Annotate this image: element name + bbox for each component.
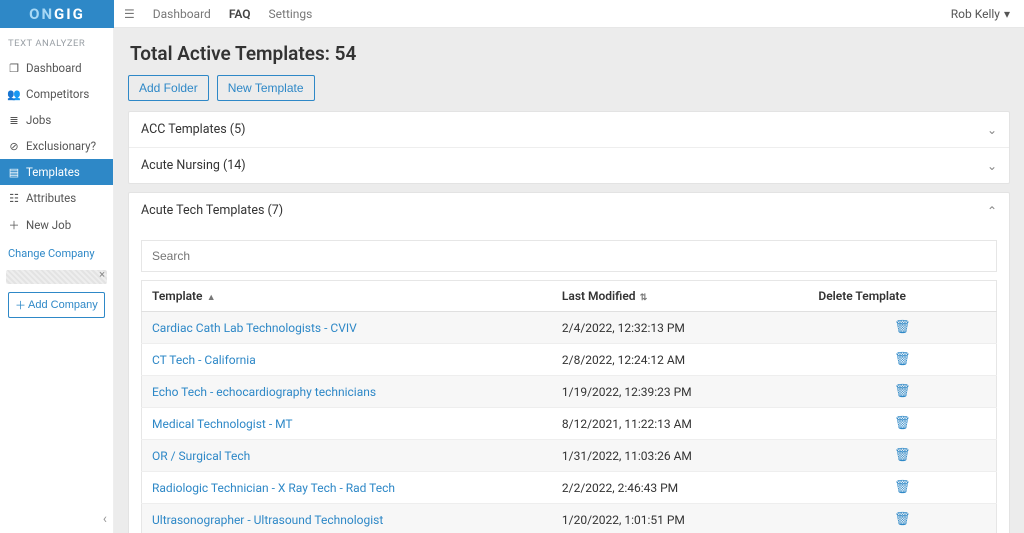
- table-row: OR / Surgical Tech 1/31/2022, 11:03:26 AM…: [142, 440, 997, 472]
- table-row: CT Tech - California 2/8/2022, 12:24:12 A…: [142, 344, 997, 376]
- group-label: Acute Tech Templates (7): [141, 203, 283, 218]
- main-content: Total Active Templates: 54 Add Folder Ne…: [114, 28, 1024, 533]
- table-row: Radiologic Technician - X Ray Tech - Rad…: [142, 472, 997, 504]
- last-modified-value: 1/31/2022, 11:03:26 AM: [562, 449, 692, 463]
- trash-icon[interactable]: 🗑: [894, 480, 911, 495]
- user-name: Rob Kelly: [951, 7, 1000, 21]
- table-row: Ultrasonographer - Ultrasound Technologi…: [142, 504, 997, 533]
- top-nav: ☰ Dashboard FAQ Settings: [114, 7, 951, 21]
- company-chip[interactable]: [6, 270, 107, 284]
- group-header-open[interactable]: Acute Tech Templates (7) ⌃: [129, 193, 1009, 228]
- last-modified-value: 8/12/2021, 11:22:13 AM: [562, 417, 692, 431]
- new-template-button[interactable]: New Template: [217, 75, 315, 101]
- table-row: Echo Tech - echocardiography technicians…: [142, 376, 997, 408]
- template-link[interactable]: Ultrasonographer - Ultrasound Technologi…: [152, 513, 383, 527]
- caret-down-icon: ▾: [1004, 7, 1010, 21]
- table-row: Cardiac Cath Lab Technologists - CVIV 2/4…: [142, 312, 997, 344]
- user-menu[interactable]: Rob Kelly ▾: [951, 7, 1024, 21]
- jobs-icon: ≣: [8, 114, 20, 127]
- sidebar-item-label: New Job: [26, 218, 71, 232]
- sidebar-item-competitors[interactable]: 👥 Competitors: [0, 81, 113, 107]
- nav-faq[interactable]: FAQ: [229, 7, 251, 21]
- sidebar-item-attributes[interactable]: ☷ Attributes: [0, 185, 113, 211]
- page-title: Total Active Templates: 54: [130, 42, 1010, 65]
- brand-part2: GIG: [54, 5, 85, 23]
- sidebar-item-new-job[interactable]: ＋ New Job: [0, 211, 113, 239]
- brand-part1: ON: [29, 5, 54, 23]
- templates-table: Template ▲ Last Modified ⇅ Delete Templa…: [141, 280, 997, 533]
- search-box: [141, 240, 997, 272]
- plus-icon: ＋: [8, 217, 20, 233]
- sidebar-collapse-icon[interactable]: ‹: [103, 511, 107, 527]
- sidebar-item-label: Templates: [26, 165, 80, 179]
- add-folder-button[interactable]: Add Folder: [128, 75, 209, 101]
- nav-dashboard[interactable]: Dashboard: [153, 7, 211, 21]
- group-label: ACC Templates (5): [141, 122, 245, 137]
- sidebar-item-templates[interactable]: ▤ Templates: [0, 159, 113, 185]
- dashboard-icon: ❐: [8, 62, 20, 75]
- template-link[interactable]: Medical Technologist - MT: [152, 417, 293, 431]
- template-link[interactable]: Radiologic Technician - X Ray Tech - Rad…: [152, 481, 395, 495]
- add-company-button[interactable]: ＋Add Company: [8, 292, 105, 318]
- last-modified-value: 2/2/2022, 2:46:43 PM: [562, 481, 678, 495]
- group-header[interactable]: Acute Nursing (14) ⌄: [129, 147, 1009, 183]
- chevron-up-icon: ⌃: [987, 204, 997, 218]
- sidebar-item-label: Attributes: [26, 191, 76, 205]
- last-modified-value: 1/19/2022, 12:39:23 PM: [562, 385, 692, 399]
- sidebar-item-label: Dashboard: [26, 61, 82, 75]
- template-link[interactable]: CT Tech - California: [152, 353, 256, 367]
- attributes-icon: ☷: [8, 192, 20, 205]
- col-last-modified[interactable]: Last Modified ⇅: [552, 281, 809, 312]
- sidebar-item-label: Jobs: [26, 113, 51, 127]
- sidebar-item-label: Competitors: [26, 87, 89, 101]
- trash-icon[interactable]: 🗑: [894, 320, 911, 335]
- sidebar-item-jobs[interactable]: ≣ Jobs: [0, 107, 113, 133]
- nav-settings[interactable]: Settings: [269, 7, 313, 21]
- group-label: Acute Nursing (14): [141, 158, 246, 173]
- exclusionary-icon: ⊘: [8, 140, 20, 153]
- sidebar-item-label: Exclusionary?: [26, 139, 96, 153]
- chevron-down-icon: ⌄: [987, 159, 997, 173]
- sort-icon: ⇅: [638, 293, 648, 303]
- trash-icon[interactable]: 🗑: [894, 352, 911, 367]
- sidebar-section-title: TEXT ANALYZER: [0, 28, 113, 55]
- last-modified-value: 1/20/2022, 1:01:51 PM: [562, 513, 685, 527]
- chevron-down-icon: ⌄: [987, 123, 997, 137]
- col-delete: Delete Template: [808, 281, 996, 312]
- template-link[interactable]: Echo Tech - echocardiography technicians: [152, 385, 376, 399]
- group-panel-top: ACC Templates (5) ⌄ Acute Nursing (14) ⌄: [128, 111, 1010, 184]
- hamburger-icon[interactable]: ☰: [124, 7, 135, 21]
- trash-icon[interactable]: 🗑: [894, 416, 911, 431]
- trash-icon[interactable]: 🗑: [894, 512, 911, 527]
- trash-icon[interactable]: 🗑: [894, 384, 911, 399]
- brand-logo: ONGIG: [0, 0, 114, 28]
- group-header[interactable]: ACC Templates (5) ⌄: [129, 112, 1009, 147]
- search-input[interactable]: [142, 241, 996, 271]
- sidebar-item-dashboard[interactable]: ❐ Dashboard: [0, 55, 113, 81]
- last-modified-value: 2/4/2022, 12:32:13 PM: [562, 321, 685, 335]
- table-row: Medical Technologist - MT 8/12/2021, 11:2…: [142, 408, 997, 440]
- last-modified-value: 2/8/2022, 12:24:12 AM: [562, 353, 685, 367]
- template-link[interactable]: OR / Surgical Tech: [152, 449, 250, 463]
- change-company-link[interactable]: Change Company: [0, 239, 113, 268]
- competitors-icon: 👥: [8, 88, 20, 101]
- action-row: Add Folder New Template: [128, 75, 1010, 101]
- templates-icon: ▤: [8, 166, 20, 179]
- trash-icon[interactable]: 🗑: [894, 448, 911, 463]
- group-panel-open: Acute Tech Templates (7) ⌃ Template ▲ La…: [128, 192, 1010, 533]
- sidebar-item-exclusionary[interactable]: ⊘ Exclusionary?: [0, 133, 113, 159]
- add-company-label: Add Company: [28, 299, 98, 311]
- sidebar: TEXT ANALYZER ❐ Dashboard 👥 Competitors …: [0, 28, 114, 533]
- template-link[interactable]: Cardiac Cath Lab Technologists - CVIV: [152, 321, 357, 335]
- topbar: ONGIG ☰ Dashboard FAQ Settings Rob Kelly…: [0, 0, 1024, 28]
- col-template[interactable]: Template ▲: [142, 281, 552, 312]
- sort-asc-icon: ▲: [205, 293, 216, 303]
- plus-icon: ＋: [15, 297, 26, 313]
